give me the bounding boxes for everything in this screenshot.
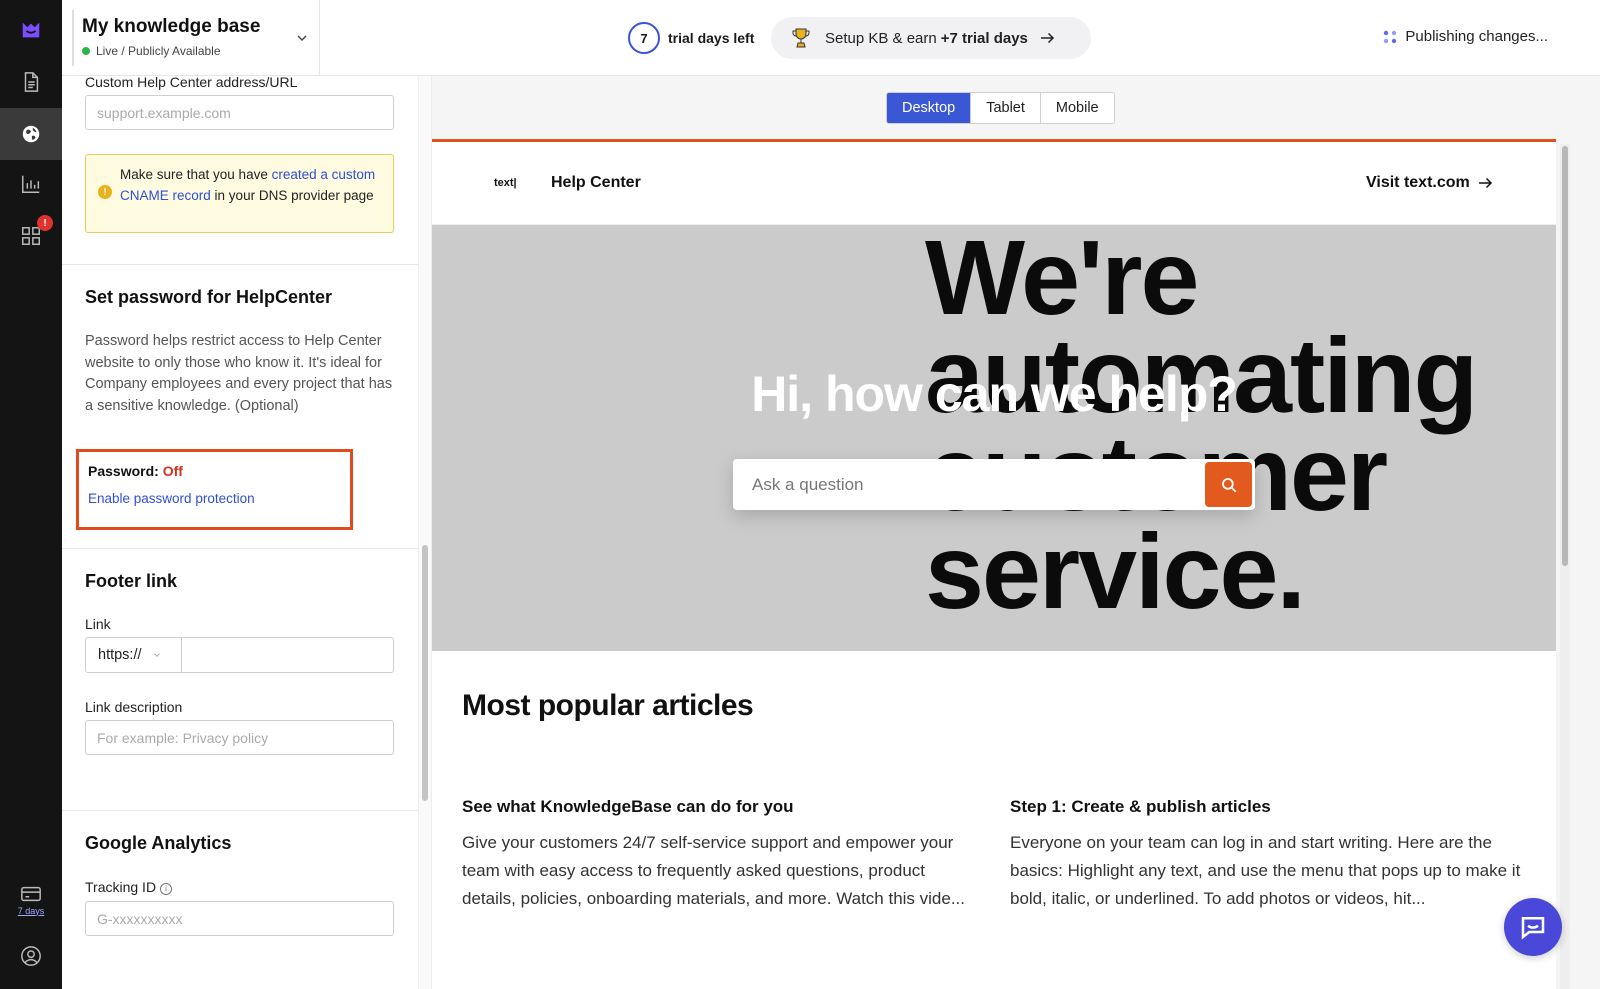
preview-area: Desktop Tablet Mobile text| Help Center … <box>432 76 1600 989</box>
search-placeholder: Ask a question <box>752 474 864 494</box>
hc-search-input[interactable]: Ask a question <box>733 459 1255 510</box>
link-description-input[interactable]: For example: Privacy policy <box>85 720 394 755</box>
section-divider <box>62 264 418 265</box>
trial-counter[interactable]: 7 trial days left <box>628 22 754 54</box>
profile-icon[interactable] <box>0 930 62 982</box>
chat-icon <box>1521 917 1545 940</box>
warning-text-pre: Make sure that you have <box>120 167 268 182</box>
password-label: Password: <box>88 463 159 479</box>
arrow-right-icon <box>1478 177 1492 189</box>
setup-text: Setup KB & earn <box>825 29 937 47</box>
ga-section-title: Google Analytics <box>85 833 232 853</box>
alert-badge: ! <box>37 215 53 231</box>
kb-status: Live / Publicly Available <box>82 44 320 58</box>
hc-logo[interactable]: text| <box>494 177 517 189</box>
hero-banner: We're automating customer service. Hi, h… <box>432 225 1556 651</box>
protocol-value: https:// <box>98 647 142 663</box>
hc-title[interactable]: Help Center <box>551 174 641 192</box>
setup-kb-button[interactable]: Setup KB & earn +7 trial days <box>771 17 1091 59</box>
article-title[interactable]: See what KnowledgeBase can do for you <box>462 797 982 817</box>
footer-link-input-group: https:// <box>85 637 394 673</box>
chat-widget-button[interactable] <box>1504 898 1562 956</box>
billing-days-label[interactable]: 7 days <box>18 906 45 916</box>
visit-site-link[interactable]: Visit text.com <box>1366 174 1494 192</box>
password-status: Password: Off <box>88 463 183 479</box>
apps-grid-icon[interactable]: ! <box>0 210 62 262</box>
setup-bonus: +7 trial days <box>940 29 1028 47</box>
arrow-right-icon <box>1040 32 1054 44</box>
trophy-icon <box>792 28 810 48</box>
article-excerpt: Give your customers 24/7 self-service su… <box>462 833 966 908</box>
enable-password-link[interactable]: Enable password protection <box>88 491 255 506</box>
section-divider <box>62 810 418 811</box>
chevron-down-icon[interactable] <box>294 30 310 46</box>
left-rail: ! 7 days <box>0 0 62 989</box>
tracking-id-label: Tracking ID i <box>85 879 173 895</box>
tracking-id-input[interactable]: G-xxxxxxxxxx <box>85 901 394 936</box>
tracking-id-text: Tracking ID <box>85 879 157 895</box>
kb-status-text: Live / Publicly Available <box>96 44 221 58</box>
hero-title: Hi, how can we help? <box>751 366 1238 422</box>
password-section-title: Set password for HelpCenter <box>85 287 333 307</box>
loading-dots-icon <box>1384 30 1397 43</box>
article-title[interactable]: Step 1: Create & publish articles <box>1010 797 1530 817</box>
hero-bg-line: service. <box>925 513 1306 631</box>
footer-section-title: Footer link <box>85 571 178 591</box>
trial-days-ring: 7 <box>628 22 660 54</box>
trial-days-label: trial days left <box>668 30 755 46</box>
kb-switcher[interactable]: My knowledge base Live / Publicly Availa… <box>72 10 320 66</box>
hero-bg-line: We're <box>925 225 1200 337</box>
password-value: Off <box>162 463 183 479</box>
section-divider <box>62 548 418 549</box>
article-card[interactable]: Step 1: Create & publish articles Everyo… <box>1010 797 1530 913</box>
footer-link-input[interactable] <box>182 638 393 672</box>
app-logo-icon[interactable] <box>0 4 62 56</box>
search-button[interactable] <box>1205 462 1252 507</box>
password-description: Password helps restrict access to Help C… <box>85 333 393 414</box>
search-icon <box>1221 477 1236 492</box>
visit-site-text: Visit text.com <box>1366 174 1470 191</box>
publishing-status: Publishing changes... <box>1383 28 1548 45</box>
article-excerpt: Everyone on your team can log in and sta… <box>1010 833 1521 908</box>
link-label: Link <box>85 616 111 632</box>
panel-scrollbar[interactable] <box>422 545 428 801</box>
kb-title: My knowledge base <box>82 16 261 37</box>
protocol-select[interactable]: https:// <box>86 638 182 672</box>
documents-icon[interactable] <box>0 56 62 108</box>
warning-text-post: in your DNS provider page <box>214 188 374 203</box>
tab-desktop[interactable]: Desktop <box>887 93 972 123</box>
settings-panel: Custom Help Center address/URL support.e… <box>62 76 418 989</box>
globe-icon[interactable] <box>0 108 62 160</box>
device-tabs: Desktop Tablet Mobile <box>886 92 1115 124</box>
password-highlight-box: Password: Off Enable password protection <box>76 449 353 530</box>
custom-url-label: Custom Help Center address/URL <box>85 76 298 90</box>
divider <box>319 0 320 76</box>
chevron-down-icon <box>153 653 160 657</box>
cname-warning: ! Make sure that you have created a cust… <box>85 154 394 233</box>
help-center-preview-frame: text| Help Center Visit text.com We're a… <box>432 139 1556 989</box>
popular-articles-title: Most popular articles <box>462 689 754 722</box>
hero-background-text: We're automating customer service. <box>925 225 1478 631</box>
live-status-dot <box>82 47 90 55</box>
warning-icon: ! <box>98 185 112 199</box>
panel-scroll-track <box>418 76 432 989</box>
tab-mobile[interactable]: Mobile <box>1041 93 1114 123</box>
billing-icon[interactable]: 7 days <box>0 876 62 922</box>
publishing-text: Publishing changes... <box>1405 28 1548 45</box>
tab-tablet[interactable]: Tablet <box>971 93 1041 123</box>
preview-scrollbar[interactable] <box>1560 144 1570 989</box>
hc-header: text| Help Center Visit text.com <box>432 142 1556 225</box>
preview-scroll-thumb[interactable] <box>1562 146 1568 566</box>
link-description-label: Link description <box>85 699 183 715</box>
top-bar: My knowledge base Live / Publicly Availa… <box>62 0 1600 76</box>
custom-url-input[interactable]: support.example.com <box>85 95 394 130</box>
analytics-icon[interactable] <box>0 158 62 210</box>
info-icon[interactable]: i <box>160 883 173 895</box>
article-card[interactable]: See what KnowledgeBase can do for you Gi… <box>462 797 982 913</box>
